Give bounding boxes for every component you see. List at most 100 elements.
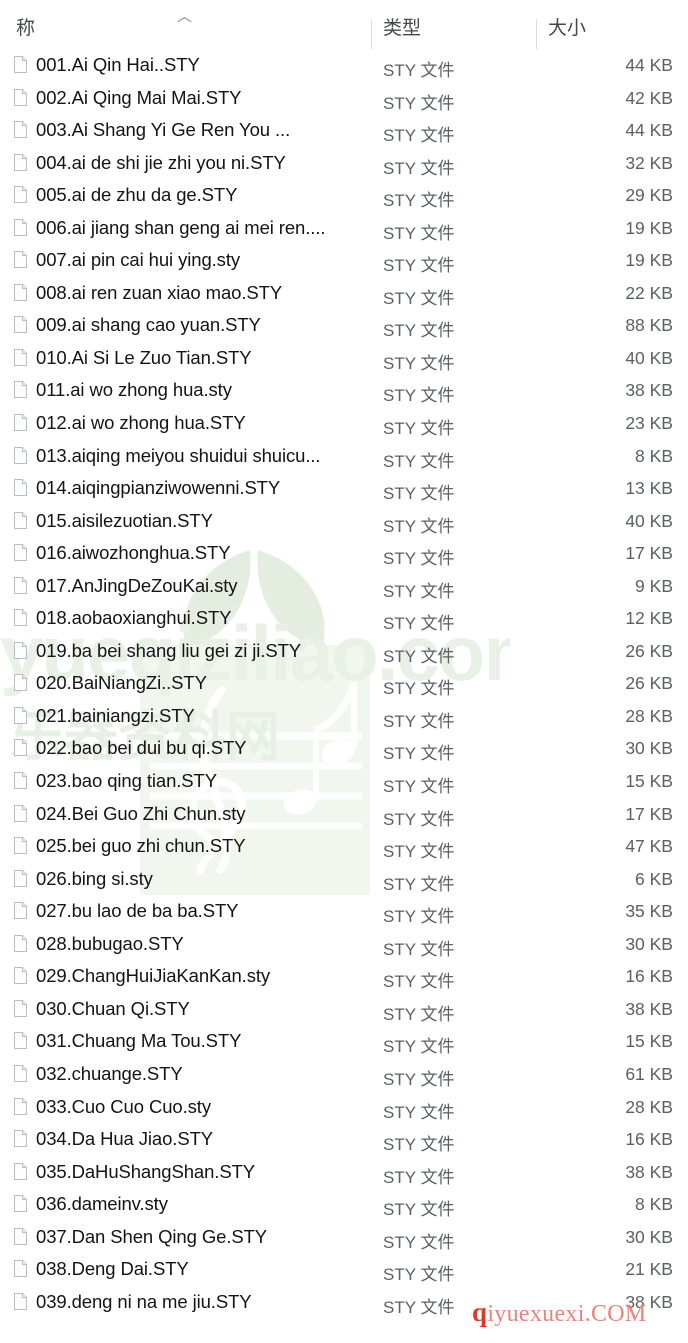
file-icon — [14, 772, 27, 790]
table-row[interactable]: 005.ai de zhu da ge.STY STY 文件 29 KB — [0, 180, 688, 213]
file-name-cell[interactable]: 003.Ai Shang Yi Ge Ren You ... — [36, 119, 290, 141]
table-row[interactable]: 025.bei guo zhi chun.STY STY 文件 47 KB — [0, 831, 688, 864]
file-name-cell[interactable]: 015.aisilezuotian.STY — [36, 510, 213, 532]
file-icon — [14, 251, 27, 269]
table-row[interactable]: 019.ba bei shang liu gei zi ji.STY STY 文件… — [0, 636, 688, 669]
file-name-cell[interactable]: 022.bao bei dui bu qi.STY — [36, 737, 247, 759]
table-row[interactable]: 003.Ai Shang Yi Ge Ren You ... STY 文件 44 K… — [0, 115, 688, 148]
table-row[interactable]: 022.bao bei dui bu qi.STY STY 文件 30 KB — [0, 733, 688, 766]
file-name-cell[interactable]: 018.aobaoxianghui.STY — [36, 607, 231, 629]
file-name-cell[interactable]: 028.bubugao.STY — [36, 933, 184, 955]
file-type-cell: STY 文件 — [383, 1069, 455, 1089]
file-name-cell[interactable]: 006.ai jiang shan geng ai mei ren.... — [36, 217, 326, 239]
table-row[interactable]: 001.Ai Qin Hai..STY STY 文件 44 KB — [0, 50, 688, 83]
column-header-type[interactable]: 类型 — [383, 13, 421, 40]
file-name-cell[interactable]: 005.ai de zhu da ge.STY — [36, 184, 237, 206]
table-row[interactable]: 036.dameinv.sty STY 文件 8 KB — [0, 1189, 688, 1222]
table-row[interactable]: 020.BaiNiangZi..STY STY 文件 26 KB — [0, 668, 688, 701]
column-divider-1[interactable] — [371, 19, 372, 49]
file-name-cell[interactable]: 016.aiwozhonghua.STY — [36, 542, 231, 564]
file-rows-container: 001.Ai Qin Hai..STY STY 文件 44 KB 002.Ai Qin… — [0, 50, 688, 1319]
file-type-cell: STY 文件 — [383, 1167, 455, 1187]
file-name-cell[interactable]: 036.dameinv.sty — [36, 1193, 168, 1215]
file-size-cell: 12 KB — [625, 608, 673, 629]
file-icon — [14, 706, 27, 724]
table-row[interactable]: 017.AnJingDeZouKai.sty STY 文件 9 KB — [0, 571, 688, 604]
column-header-name[interactable]: 称 — [16, 13, 35, 40]
file-name-cell[interactable]: 032.chuange.STY — [36, 1063, 183, 1085]
table-row[interactable]: 026.bing si.sty STY 文件 6 KB — [0, 864, 688, 897]
table-row[interactable]: 030.Chuan Qi.STY STY 文件 38 KB — [0, 994, 688, 1027]
file-name-cell[interactable]: 021.bainiangzi.STY — [36, 705, 195, 727]
table-row[interactable]: 015.aisilezuotian.STY STY 文件 40 KB — [0, 506, 688, 539]
file-name-cell[interactable]: 039.deng ni na me jiu.STY — [36, 1291, 252, 1313]
file-name-cell[interactable]: 010.Ai Si Le Zuo Tian.STY — [36, 347, 252, 369]
file-name-cell[interactable]: 011.ai wo zhong hua.sty — [36, 379, 232, 401]
table-row[interactable]: 038.Deng Dai.STY STY 文件 21 KB — [0, 1254, 688, 1287]
table-row[interactable]: 027.bu lao de ba ba.STY STY 文件 35 KB — [0, 896, 688, 929]
file-name-cell[interactable]: 035.DaHuShangShan.STY — [36, 1161, 255, 1183]
file-name-cell[interactable]: 023.bao qing tian.STY — [36, 770, 217, 792]
sort-ascending-icon[interactable]: ︿ — [177, 9, 192, 24]
table-row[interactable]: 037.Dan Shen Qing Ge.STY STY 文件 30 KB — [0, 1222, 688, 1255]
table-row[interactable]: 018.aobaoxianghui.STY STY 文件 12 KB — [0, 603, 688, 636]
file-name-cell[interactable]: 024.Bei Guo Zhi Chun.sty — [36, 803, 246, 825]
table-row[interactable]: 012.ai wo zhong hua.STY STY 文件 23 KB — [0, 408, 688, 441]
file-name-cell[interactable]: 004.ai de shi jie zhi you ni.STY — [36, 152, 286, 174]
file-name-cell[interactable]: 012.ai wo zhong hua.STY — [36, 412, 246, 434]
file-size-cell: 47 KB — [625, 836, 673, 857]
file-name-cell[interactable]: 030.Chuan Qi.STY — [36, 998, 190, 1020]
table-row[interactable]: 006.ai jiang shan geng ai mei ren.... STY… — [0, 213, 688, 246]
file-name-cell[interactable]: 009.ai shang cao yuan.STY — [36, 314, 261, 336]
table-row[interactable]: 023.bao qing tian.STY STY 文件 15 KB — [0, 766, 688, 799]
file-size-cell: 15 KB — [625, 771, 673, 792]
table-row[interactable]: 039.deng ni na me jiu.STY STY 文件 38 KB — [0, 1287, 688, 1320]
file-name-cell[interactable]: 007.ai pin cai hui ying.sty — [36, 249, 240, 271]
table-row[interactable]: 013.aiqing meiyou shuidui shuicu... STY 文… — [0, 441, 688, 474]
file-size-cell: 19 KB — [625, 250, 673, 271]
table-row[interactable]: 004.ai de shi jie zhi you ni.STY STY 文件 32… — [0, 148, 688, 181]
table-row[interactable]: 035.DaHuShangShan.STY STY 文件 38 KB — [0, 1157, 688, 1190]
table-row[interactable]: 029.ChangHuiJiaKanKan.sty STY 文件 16 KB — [0, 961, 688, 994]
file-name-cell[interactable]: 033.Cuo Cuo Cuo.sty — [36, 1096, 211, 1118]
file-name-cell[interactable]: 029.ChangHuiJiaKanKan.sty — [36, 965, 270, 987]
table-row[interactable]: 016.aiwozhonghua.STY STY 文件 17 KB — [0, 538, 688, 571]
column-header-size[interactable]: 大小 — [548, 13, 586, 40]
file-name-cell[interactable]: 034.Da Hua Jiao.STY — [36, 1128, 213, 1150]
file-name-cell[interactable]: 013.aiqing meiyou shuidui shuicu... — [36, 445, 321, 467]
file-name-cell[interactable]: 027.bu lao de ba ba.STY — [36, 900, 238, 922]
table-row[interactable]: 033.Cuo Cuo Cuo.sty STY 文件 28 KB — [0, 1092, 688, 1125]
column-divider-2[interactable] — [536, 19, 537, 49]
table-row[interactable]: 008.ai ren zuan xiao mao.STY STY 文件 22 KB — [0, 278, 688, 311]
file-type-cell: STY 文件 — [383, 1232, 455, 1252]
table-row[interactable]: 032.chuange.STY STY 文件 61 KB — [0, 1059, 688, 1092]
table-row[interactable]: 031.Chuang Ma Tou.STY STY 文件 15 KB — [0, 1026, 688, 1059]
file-name-cell[interactable]: 014.aiqingpianziwowenni.STY — [36, 477, 280, 499]
file-name-cell[interactable]: 002.Ai Qing Mai Mai.STY — [36, 87, 242, 109]
file-type-cell: STY 文件 — [383, 1037, 455, 1057]
file-name-cell[interactable]: 008.ai ren zuan xiao mao.STY — [36, 282, 282, 304]
file-size-cell: 8 KB — [635, 1194, 673, 1215]
table-row[interactable]: 028.bubugao.STY STY 文件 30 KB — [0, 929, 688, 962]
table-row[interactable]: 014.aiqingpianziwowenni.STY STY 文件 13 KB — [0, 473, 688, 506]
table-row[interactable]: 009.ai shang cao yuan.STY STY 文件 88 KB — [0, 310, 688, 343]
file-name-cell[interactable]: 038.Deng Dai.STY — [36, 1258, 189, 1280]
file-name-cell[interactable]: 037.Dan Shen Qing Ge.STY — [36, 1226, 267, 1248]
file-name-cell[interactable]: 026.bing si.sty — [36, 868, 153, 890]
file-size-cell: 38 KB — [625, 1161, 673, 1182]
file-name-cell[interactable]: 020.BaiNiangZi..STY — [36, 672, 207, 694]
file-name-cell[interactable]: 019.ba bei shang liu gei zi ji.STY — [36, 640, 301, 662]
table-row[interactable]: 024.Bei Guo Zhi Chun.sty STY 文件 17 KB — [0, 799, 688, 832]
table-row[interactable]: 011.ai wo zhong hua.sty STY 文件 38 KB — [0, 375, 688, 408]
file-name-cell[interactable]: 017.AnJingDeZouKai.sty — [36, 575, 238, 597]
table-row[interactable]: 007.ai pin cai hui ying.sty STY 文件 19 KB — [0, 245, 688, 278]
table-row[interactable]: 010.Ai Si Le Zuo Tian.STY STY 文件 40 KB — [0, 343, 688, 376]
file-name-cell[interactable]: 001.Ai Qin Hai..STY — [36, 54, 200, 76]
file-size-cell: 16 KB — [625, 966, 673, 987]
file-name-cell[interactable]: 031.Chuang Ma Tou.STY — [36, 1030, 241, 1052]
file-name-cell[interactable]: 025.bei guo zhi chun.STY — [36, 835, 246, 857]
file-type-cell: STY 文件 — [383, 191, 455, 211]
table-row[interactable]: 002.Ai Qing Mai Mai.STY STY 文件 42 KB — [0, 83, 688, 116]
table-row[interactable]: 034.Da Hua Jiao.STY STY 文件 16 KB — [0, 1124, 688, 1157]
table-row[interactable]: 021.bainiangzi.STY STY 文件 28 KB — [0, 701, 688, 734]
